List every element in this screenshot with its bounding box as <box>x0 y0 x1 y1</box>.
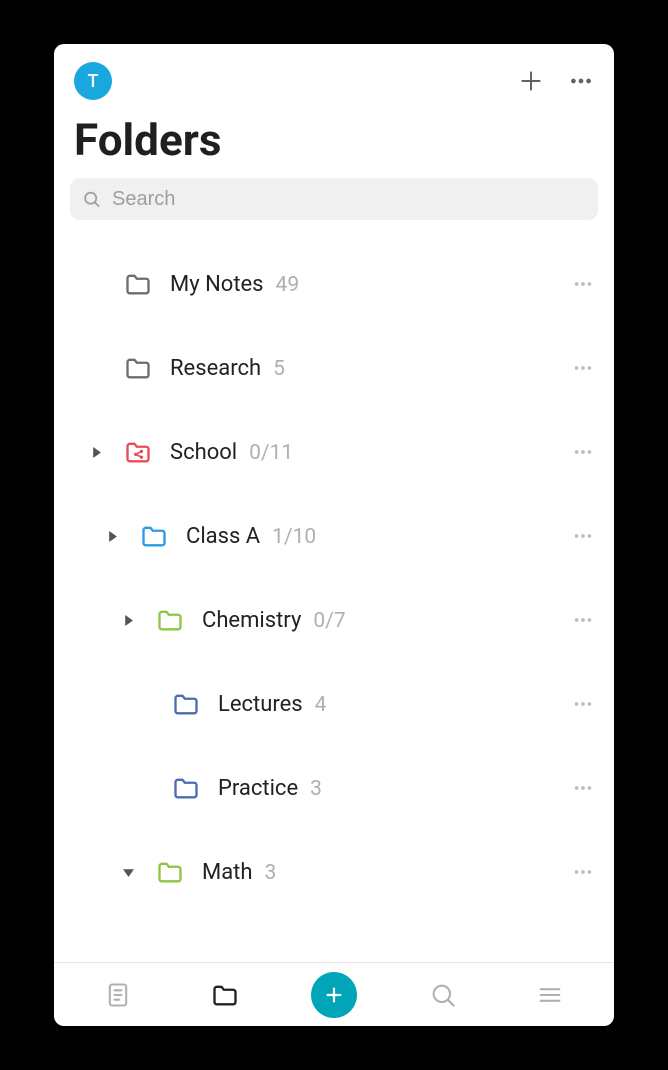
folder-row[interactable]: School 0/11 <box>54 410 614 494</box>
app-frame: T Folders My Notes 49 <box>54 44 614 1026</box>
folder-count: 49 <box>276 273 300 297</box>
folder-icon <box>124 353 154 383</box>
folder-name: Math <box>202 860 253 885</box>
more-horizontal-icon <box>568 68 594 94</box>
notes-icon <box>104 981 132 1009</box>
folder-name: Class A <box>186 524 260 549</box>
folder-name: Research <box>170 356 261 381</box>
more-button[interactable] <box>568 68 594 94</box>
folder-label-wrap: Math 3 <box>202 860 566 885</box>
row-more-button[interactable] <box>566 603 600 637</box>
add-button[interactable] <box>518 68 544 94</box>
folder-count: 0/11 <box>249 441 293 465</box>
folder-icon <box>156 857 186 887</box>
folder-count: 0/7 <box>313 609 345 633</box>
folder-count: 3 <box>265 861 277 885</box>
folder-count: 4 <box>315 693 327 717</box>
search-input[interactable] <box>70 178 598 220</box>
folder-label-wrap: School 0/11 <box>170 440 566 465</box>
row-more-button[interactable] <box>566 351 600 385</box>
tab-notes[interactable] <box>96 973 140 1017</box>
folder-name: School <box>170 440 237 465</box>
plus-icon <box>518 68 544 94</box>
search-icon <box>82 190 101 209</box>
row-more-button[interactable] <box>566 519 600 553</box>
tab-search[interactable] <box>421 973 465 1017</box>
disclosure-chevron-icon[interactable] <box>114 615 142 626</box>
folder-row[interactable]: Chemistry 0/7 <box>54 578 614 662</box>
header: T <box>54 44 614 110</box>
folder-name: Chemistry <box>202 608 301 633</box>
folder-label-wrap: Chemistry 0/7 <box>202 608 566 633</box>
folder-count: 3 <box>310 777 322 801</box>
create-button[interactable] <box>311 972 357 1018</box>
bottom-bar <box>54 962 614 1026</box>
folder-icon <box>172 773 202 803</box>
avatar[interactable]: T <box>74 62 112 100</box>
folder-icon <box>156 605 186 635</box>
menu-icon <box>536 981 564 1009</box>
folder-label-wrap: My Notes 49 <box>170 272 566 297</box>
tab-folders[interactable] <box>203 973 247 1017</box>
folder-icon <box>124 269 154 299</box>
folder-name: Lectures <box>218 692 303 717</box>
disclosure-chevron-icon[interactable] <box>98 531 126 542</box>
row-more-button[interactable] <box>566 855 600 889</box>
folder-row[interactable]: Lectures 4 <box>54 662 614 746</box>
folder-row[interactable]: Research 5 <box>54 326 614 410</box>
page-title: Folders <box>54 110 614 178</box>
search-icon <box>429 981 457 1009</box>
folder-label-wrap: Research 5 <box>170 356 566 381</box>
shared-folder-icon <box>124 437 154 467</box>
plus-icon <box>323 984 345 1006</box>
folder-count: 5 <box>273 357 285 381</box>
folder-icon <box>172 689 202 719</box>
folder-row[interactable]: Math 3 <box>54 830 614 914</box>
folder-name: My Notes <box>170 272 264 297</box>
header-actions <box>518 68 594 94</box>
folder-list[interactable]: My Notes 49 Research 5 School 0/11 <box>54 228 614 962</box>
folder-label-wrap: Practice 3 <box>218 776 566 801</box>
folder-row[interactable]: My Notes 49 <box>54 242 614 326</box>
folder-label-wrap: Class A 1/10 <box>186 524 566 549</box>
folder-row[interactable]: Practice 3 <box>54 746 614 830</box>
disclosure-chevron-icon[interactable] <box>114 867 142 878</box>
row-more-button[interactable] <box>566 435 600 469</box>
disclosure-chevron-icon[interactable] <box>82 447 110 458</box>
tab-menu[interactable] <box>528 973 572 1017</box>
search-container <box>54 178 614 228</box>
folder-row[interactable]: Class A 1/10 <box>54 494 614 578</box>
folder-icon <box>211 981 239 1009</box>
folder-icon <box>140 521 170 551</box>
folder-count: 1/10 <box>272 525 316 549</box>
row-more-button[interactable] <box>566 267 600 301</box>
avatar-letter: T <box>88 71 99 92</box>
row-more-button[interactable] <box>566 687 600 721</box>
folder-label-wrap: Lectures 4 <box>218 692 566 717</box>
folder-name: Practice <box>218 776 298 801</box>
row-more-button[interactable] <box>566 771 600 805</box>
